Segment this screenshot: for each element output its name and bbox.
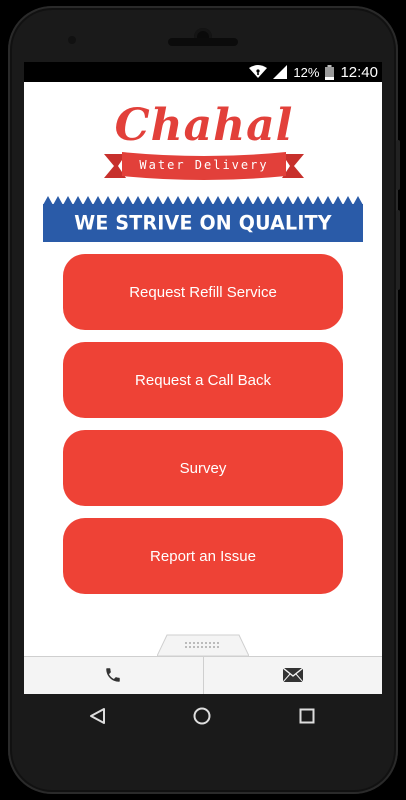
brand-logo: Chahal Water Delivery (104, 100, 304, 190)
recents-button[interactable] (292, 704, 322, 730)
phone-icon (104, 666, 122, 687)
back-button[interactable] (82, 704, 112, 730)
slogan-text: WE STRIVE ON QUALITY SERVICE (74, 211, 332, 274)
report-issue-button[interactable]: Report an Issue (63, 518, 343, 594)
slogan-banner: WE STRIVE ON QUALITY SERVICE (43, 204, 363, 274)
request-callback-button[interactable]: Request a Call Back (63, 342, 343, 418)
email-button[interactable] (204, 657, 383, 694)
home-icon (192, 706, 212, 729)
battery-icon (325, 64, 335, 80)
power-button (396, 140, 400, 190)
main-menu: Request Refill Service Request a Call Ba… (63, 254, 343, 606)
recents-icon (299, 708, 315, 727)
back-icon (88, 707, 106, 728)
mail-icon (282, 666, 304, 685)
grip-icon (185, 642, 221, 652)
wifi-icon (249, 65, 268, 79)
status-right: 12% 12:40 (249, 63, 378, 81)
survey-button[interactable]: Survey (63, 430, 343, 506)
brand-tagline: Water Delivery (139, 158, 269, 172)
android-nav-bar (0, 694, 406, 740)
screen: 12% 12:40 Chahal Water Delivery WE STRIV… (24, 62, 382, 694)
brand-name: Chahal (114, 100, 294, 151)
volume-button (396, 210, 400, 290)
request-refill-button[interactable]: Request Refill Service (63, 254, 343, 330)
earpiece (168, 38, 238, 46)
status-bar: 12% 12:40 (24, 62, 382, 82)
bottom-action-bar (24, 656, 382, 694)
home-button[interactable] (187, 704, 217, 730)
battery-percent: 12% (293, 64, 320, 80)
proximity-sensor (68, 36, 76, 44)
call-button[interactable] (24, 657, 203, 694)
clock: 12:40 (340, 63, 378, 81)
app-content: Chahal Water Delivery WE STRIVE ON QUALI… (24, 82, 382, 656)
signal-icon (273, 65, 288, 79)
